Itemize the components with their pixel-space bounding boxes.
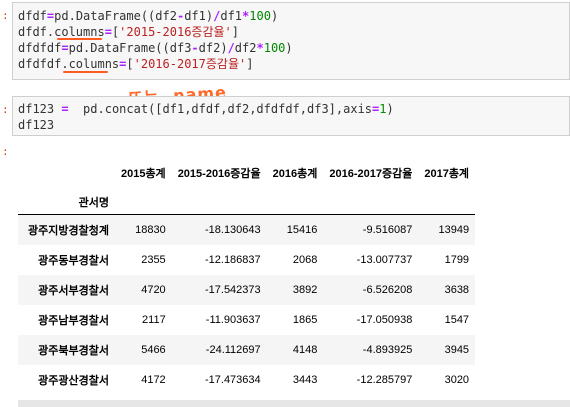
code-cell-1[interactable]: dfdf=pd.DataFrame((df2-df1)/df1*100) dfd…: [12, 2, 570, 80]
column-header: 2016-2017증감율: [329, 168, 413, 180]
code-editor-2[interactable]: df123 = pd.concat([df1,dfdf,df2,dfdfdf,d…: [18, 101, 394, 133]
code-token: dfdfdf: [18, 41, 62, 55]
code-token: df123: [18, 102, 62, 116]
code-token: ): [285, 41, 293, 55]
out-prompt-marker: :: [2, 145, 9, 158]
table-cell: -6.526208: [362, 283, 413, 296]
code-token: 1: [379, 102, 387, 116]
column-header-row: 2015총계 2015-2016증감율 2016총계 2016-2017증감율 …: [18, 156, 475, 190]
table-cell: 15416: [286, 223, 318, 236]
column-header: 2017총계: [424, 168, 470, 180]
code-token: [: [126, 57, 134, 71]
code-token: =: [61, 102, 69, 116]
code-token: 100: [263, 41, 286, 55]
table-row: 광주서부경찰서 4720 -17.542373 3892 -6.526208 3…: [18, 274, 476, 305]
annotation-underline-2: [63, 71, 108, 73]
code-token: dfdfdf.columns: [18, 57, 120, 71]
table-cell: 3443: [292, 373, 318, 386]
code-cell-2[interactable]: df123 = pd.concat([df1,dfdf,df2,dfdfdf,d…: [12, 96, 570, 136]
table-cell: 3020: [444, 373, 470, 386]
table-cell: -17.050938: [356, 313, 413, 326]
code-token: '2015-2016증감율': [119, 25, 232, 39]
column-header: 2016총계: [272, 168, 318, 180]
index-name: 관서명: [78, 197, 109, 209]
index-name-row: 관서명: [18, 190, 476, 215]
table-cell: -24.112697: [205, 343, 261, 356]
code-token: =: [104, 25, 112, 39]
code-token: df2): [198, 41, 228, 55]
row-index: 광주광산경찰서: [38, 374, 109, 387]
table-cell: -12.285797: [356, 373, 413, 386]
row-index: 광주지방경찰청계: [28, 224, 109, 237]
code-token: =: [61, 41, 69, 55]
column-header: 2015-2016증감율: [177, 168, 261, 180]
code-token: pd.DataFrame((df2: [54, 9, 177, 23]
column-header: 2015총계: [120, 168, 166, 180]
table-row: 광주광산경찰서 4172 -17.473634 3443 -12.285797 …: [18, 365, 475, 395]
row-index: 광주남부경찰서: [38, 314, 109, 327]
code-token: ]: [246, 57, 254, 71]
row-index: 광주북부경찰서: [38, 344, 109, 357]
table-cell: -11.903637: [205, 313, 261, 326]
code-token: '2016-2017증감율': [133, 57, 247, 71]
table-cell: -17.542373: [204, 283, 261, 296]
table-row: 광주지방경찰청계 18830 -18.130643 15416 -9.51608…: [18, 214, 476, 245]
code-token: -: [191, 41, 199, 55]
code-token: 100: [249, 9, 271, 23]
table-cell: -18.130643: [204, 223, 261, 236]
prompt-marker-2: :: [2, 103, 9, 116]
code-token: pd.concat([df1,dfdf,df2,dfdfdf,df3],axis: [68, 102, 373, 116]
code-editor-1[interactable]: dfdf=pd.DataFrame((df2-df1)/df1*100) dfd…: [18, 8, 293, 72]
code-token: ): [386, 102, 394, 116]
code-token: dfdf.columns: [18, 25, 105, 39]
code-token: df2: [234, 41, 257, 55]
code-token: pd.DataFrame((df3: [68, 41, 192, 55]
table-cell: -12.186837: [204, 253, 261, 266]
table-cell: 3945: [444, 343, 470, 356]
table-row: 광주동부경찰서 2355 -12.186837 2068 -13.007737 …: [18, 245, 475, 275]
table-cell: 1547: [444, 313, 470, 326]
table-cell: -17.473634: [204, 373, 261, 386]
code-token: df123: [18, 118, 55, 132]
table-cell: 2117: [142, 313, 166, 326]
header-blank: [18, 156, 115, 190]
code-token: *: [256, 41, 264, 55]
table-cell: 1799: [444, 253, 470, 266]
table-cell: 5466: [141, 343, 166, 356]
table-cell: 4172: [141, 373, 166, 386]
table-cell: 4720: [141, 283, 166, 296]
table-cell: 1865: [292, 313, 318, 326]
table-cell: 3892: [292, 283, 318, 296]
table-cell: 2068: [292, 253, 318, 266]
code-token: /: [227, 41, 235, 55]
table-cell: -9.516087: [362, 223, 413, 236]
table-cell: 3638: [444, 283, 470, 296]
code-token: ]: [231, 25, 239, 39]
table-cell: 4148: [292, 343, 318, 356]
table-cell: 2355: [141, 253, 166, 266]
code-token: dfdf: [18, 9, 47, 23]
annotation-underline-1: [57, 38, 102, 40]
table-row: 광주남부경찰서 2117 -11.903637 1865 -17.050938 …: [18, 305, 475, 335]
horizontal-scrollbar[interactable]: [18, 400, 570, 407]
code-token: ): [270, 9, 279, 23]
table-cell: -13.007737: [356, 253, 413, 266]
prompt-marker-1: :: [2, 9, 9, 22]
row-index: 광주서부경찰서: [38, 284, 109, 297]
table-row: 광주북부경찰서 5466 -24.112697 4148 -4.893925 3…: [18, 334, 476, 365]
table-cell: 18830: [135, 223, 166, 236]
row-index: 광주동부경찰서: [38, 254, 109, 267]
code-token: df1): [184, 9, 214, 23]
code-token: df1: [220, 9, 243, 23]
dataframe-output: 2015총계 2015-2016증감율 2016총계 2016-2017증감율 …: [18, 156, 476, 395]
table-cell: -4.893925: [362, 343, 413, 356]
table-cell: 13949: [438, 223, 470, 236]
